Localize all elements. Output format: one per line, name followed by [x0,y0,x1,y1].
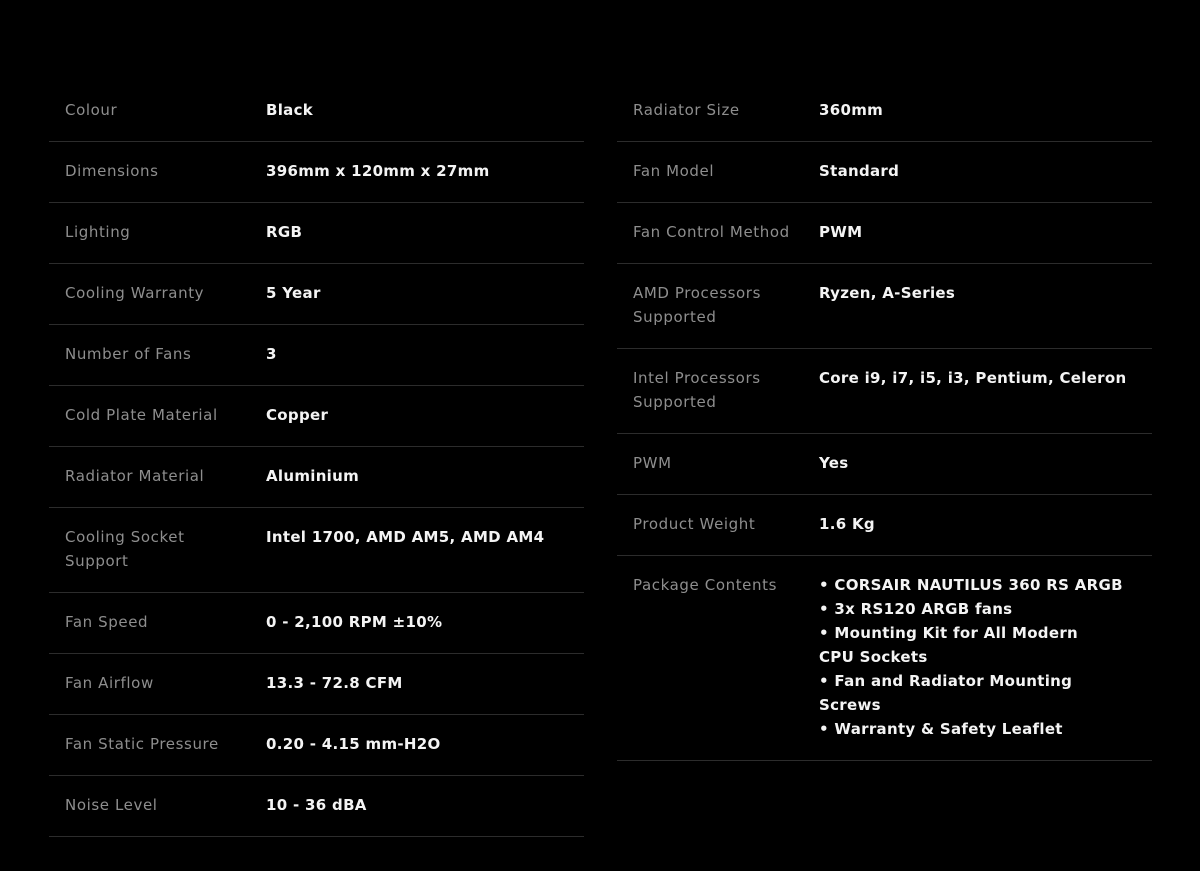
spec-label: PWM [633,454,672,472]
spec-label: Fan Model [633,162,715,180]
spec-value: PWM [819,223,863,241]
spec-row-product-weight: Product Weight 1.6 Kg [617,495,1152,556]
spec-row-number-of-fans: Number of Fans 3 [49,325,584,386]
spec-value: 5 Year [266,284,321,302]
spec-value: RGB [266,223,303,241]
spec-value: Copper [266,406,329,424]
spec-row-dimensions: Dimensions 396mm x 120mm x 27mm [49,142,584,203]
spec-row-fan-static-pressure: Fan Static Pressure 0.20 - 4.15 mm-H2O [49,715,584,776]
specs-column-right: Radiator Size 360mm Fan Model Standard F… [617,81,1152,837]
spec-value: Intel 1700, AMD AM5, AMD AM4 [266,528,545,546]
spec-label: Intel Processors Supported [633,369,761,411]
spec-label: Product Weight [633,515,756,533]
spec-row-fan-model: Fan Model Standard [617,142,1152,203]
spec-value: 360mm [819,101,884,119]
spec-value: 396mm x 120mm x 27mm [266,162,490,180]
spec-row-amd-processors-supported: AMD Processors Supported Ryzen, A-Series [617,264,1152,349]
spec-row-colour: Colour Black [49,81,584,142]
spec-label: AMD Processors Supported [633,284,761,326]
spec-label: Radiator Size [633,101,740,119]
spec-value: Yes [819,454,849,472]
spec-row-intel-processors-supported: Intel Processors Supported Core i9, i7, … [617,349,1152,434]
spec-row-lighting: Lighting RGB [49,203,584,264]
spec-row-radiator-size: Radiator Size 360mm [617,81,1152,142]
spec-value: Aluminium [266,467,360,485]
spec-label: Colour [65,101,118,119]
spec-row-pwm: PWM Yes [617,434,1152,495]
spec-value: 13.3 - 72.8 CFM [266,674,403,692]
spec-row-noise-level: Noise Level 10 - 36 dBA [49,776,584,837]
specifications-table: Colour Black Dimensions 396mm x 120mm x … [49,81,1152,837]
spec-value: 0 - 2,100 RPM ±10% [266,613,443,631]
spec-value: Core i9, i7, i5, i3, Pentium, Celeron [819,369,1127,387]
spec-label: Dimensions [65,162,159,180]
spec-value: Ryzen, A-Series [819,284,956,302]
spec-label: Radiator Material [65,467,205,485]
spec-row-cold-plate-material: Cold Plate Material Copper [49,386,584,447]
spec-label: Cooling Warranty [65,284,205,302]
spec-label: Cold Plate Material [65,406,218,424]
spec-value: 3 [266,345,277,363]
spec-label: Lighting [65,223,131,241]
spec-row-radiator-material: Radiator Material Aluminium [49,447,584,508]
spec-label: Fan Static Pressure [65,735,219,753]
specs-column-left: Colour Black Dimensions 396mm x 120mm x … [49,81,584,837]
spec-row-package-contents: Package Contents • CORSAIR NAUTILUS 360 … [617,556,1152,761]
spec-label: Number of Fans [65,345,192,363]
spec-row-fan-speed: Fan Speed 0 - 2,100 RPM ±10% [49,593,584,654]
spec-label: Fan Control Method [633,223,790,241]
spec-row-fan-airflow: Fan Airflow 13.3 - 72.8 CFM [49,654,584,715]
spec-label: Cooling Socket Support [65,528,185,570]
spec-label: Package Contents [633,576,778,594]
spec-value: Black [266,101,314,119]
spec-label: Fan Speed [65,613,149,631]
spec-value: 0.20 - 4.15 mm-H2O [266,735,441,753]
spec-value-list: • CORSAIR NAUTILUS 360 RS ARGB • 3x RS12… [819,576,1123,738]
spec-value: 1.6 Kg [819,515,875,533]
spec-row-cooling-warranty: Cooling Warranty 5 Year [49,264,584,325]
spec-value: Standard [819,162,900,180]
spec-label: Fan Airflow [65,674,154,692]
spec-row-fan-control-method: Fan Control Method PWM [617,203,1152,264]
spec-label: Noise Level [65,796,158,814]
spec-row-cooling-socket-support: Cooling Socket Support Intel 1700, AMD A… [49,508,584,593]
spec-value: 10 - 36 dBA [266,796,367,814]
